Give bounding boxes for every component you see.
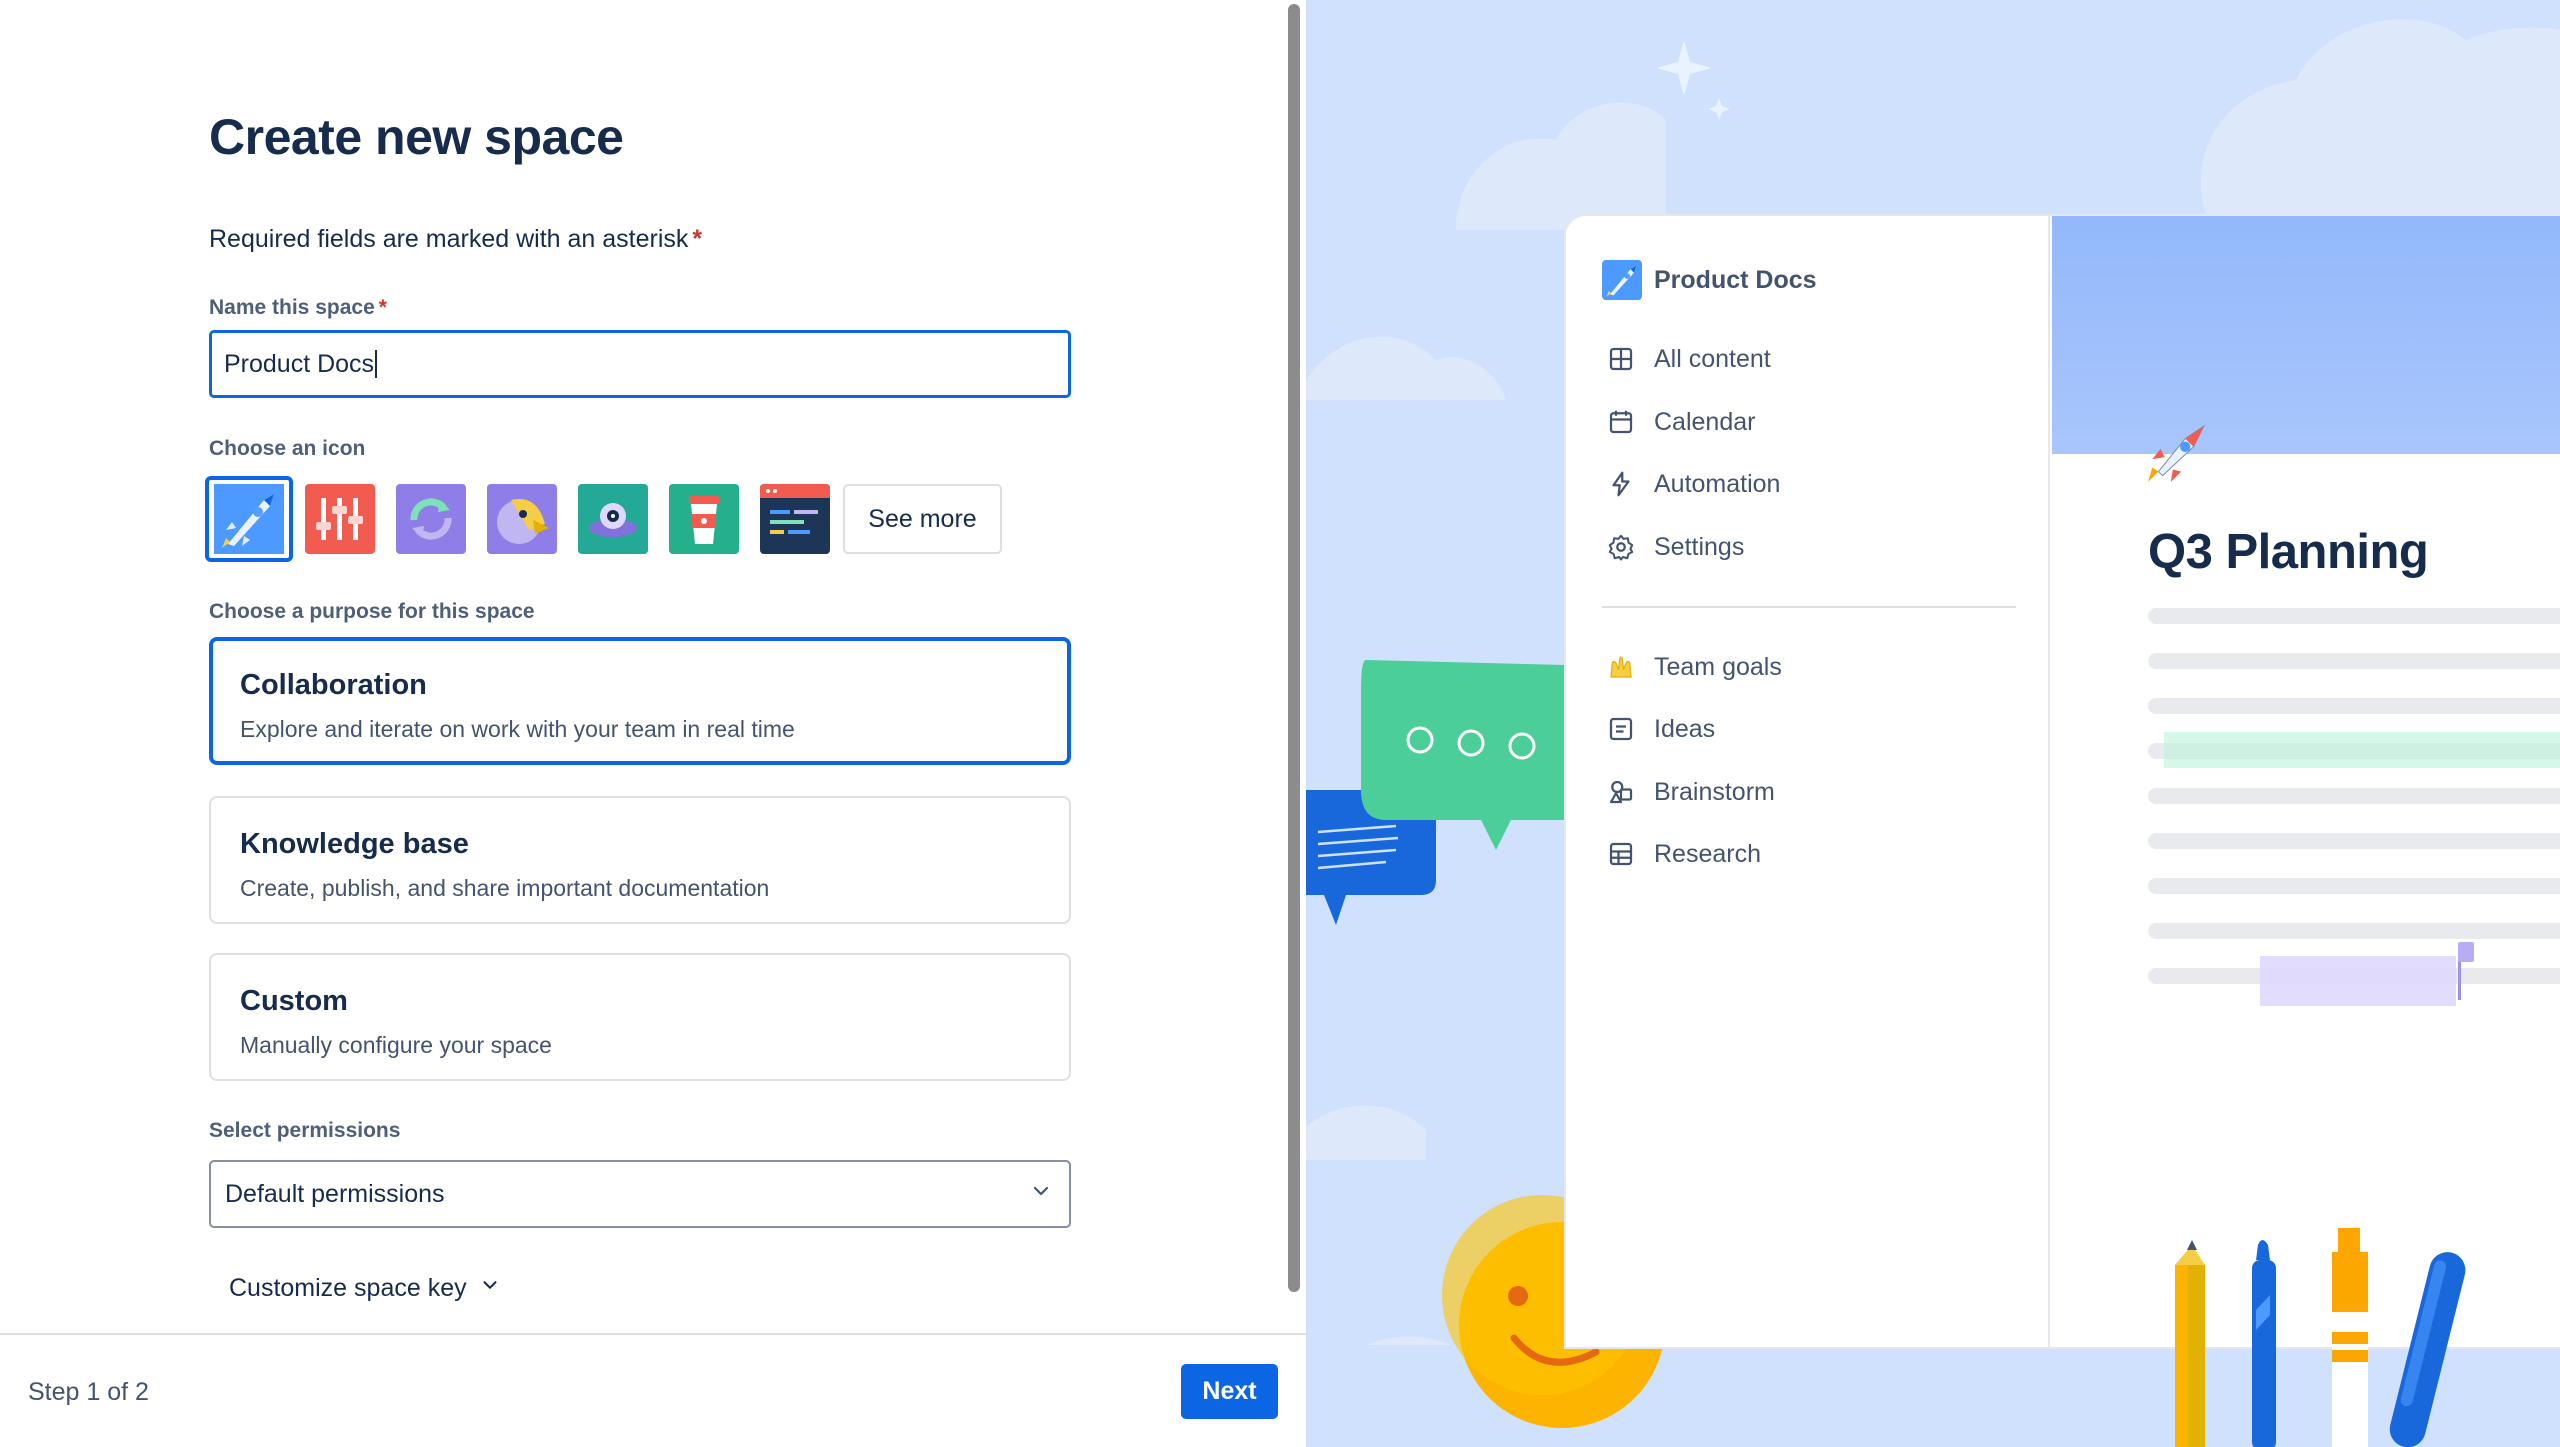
parrot-icon[interactable]	[487, 484, 557, 554]
see-more-button[interactable]: See more	[843, 484, 1002, 554]
preview-nav-all-content: All content	[1606, 344, 1771, 374]
customize-space-key-toggle[interactable]: Customize space key	[229, 1274, 501, 1303]
nav-label: Team goals	[1654, 652, 1782, 681]
nav-label: Settings	[1654, 532, 1745, 561]
calendar-icon	[1609, 410, 1633, 434]
next-button[interactable]: Next	[1181, 1364, 1278, 1419]
preview-content-brainstorm: Brainstorm	[1606, 777, 1775, 807]
text-placeholder-line	[2148, 698, 2560, 714]
preview-content-research: Research	[1606, 839, 1761, 869]
space-name-value: Product Docs	[224, 349, 375, 378]
text-placeholder-line	[2148, 653, 2560, 669]
stationery-illustration	[2175, 1228, 2466, 1447]
text-placeholder-line	[2148, 833, 2560, 849]
preview-nav-automation: Automation	[1606, 469, 1780, 499]
purpose-title: Custom	[240, 985, 348, 1017]
customize-key-label: Customize space key	[229, 1274, 467, 1302]
rocket-icon[interactable]	[205, 476, 293, 562]
nav-label: Brainstorm	[1654, 777, 1775, 806]
required-fields-note: Required fields are marked with an aster…	[209, 225, 702, 254]
text-placeholder-line	[2148, 878, 2560, 894]
permissions-value: Default permissions	[225, 1179, 445, 1208]
purpose-description: Create, publish, and share important doc…	[240, 875, 770, 901]
preview-space-header: Product Docs	[1602, 260, 1817, 300]
required-asterisk: *	[692, 225, 703, 253]
chevron-down-icon	[479, 1274, 501, 1303]
required-asterisk: *	[378, 296, 387, 319]
name-field-label: Name this space *	[209, 296, 387, 320]
preview-nav-settings: Settings	[1606, 532, 1744, 562]
form-footer: Step 1 of 2 Next	[0, 1333, 1306, 1447]
create-space-form-panel: Create new space Required fields are mar…	[0, 0, 1306, 1447]
table-icon	[1609, 842, 1633, 866]
document-title: Q3 Planning	[2148, 525, 2429, 579]
nav-label: Automation	[1654, 469, 1781, 498]
purpose-description: Explore and iterate on work with your te…	[240, 716, 795, 742]
text-placeholder-line	[2148, 788, 2560, 804]
purpose-field-label: Choose a purpose for this space	[209, 600, 535, 623]
rocket-emoji	[2148, 424, 2206, 482]
preview-sidebar: Product Docs All content Calendar Automa…	[1566, 216, 2050, 1347]
preview-content-team-goals: Team goals	[1606, 652, 1782, 682]
permissions-select[interactable]: Default permissions	[209, 1160, 1071, 1228]
scrollbar-thumb[interactable]	[1288, 4, 1300, 1292]
required-note-text: Required fields are marked with an aster…	[209, 225, 689, 253]
nav-label: Calendar	[1654, 407, 1756, 436]
lightning-icon	[1612, 471, 1630, 497]
page-icon	[1609, 717, 1633, 741]
shapes-icon	[1609, 780, 1633, 804]
form-scroll-area[interactable]: Create new space Required fields are mar…	[0, 0, 1282, 1333]
sliders-icon[interactable]	[305, 484, 375, 554]
coffee-cup-icon[interactable]	[669, 484, 739, 554]
name-label-text: Name this space	[209, 296, 375, 319]
step-indicator: Step 1 of 2	[28, 1378, 149, 1406]
ufo-icon[interactable]	[578, 484, 648, 554]
highlight-green	[2164, 732, 2560, 768]
page-title: Create new space	[209, 109, 624, 165]
gear-icon	[1608, 534, 1634, 561]
purpose-title: Collaboration	[240, 669, 427, 701]
sidebar-divider	[1602, 606, 2016, 608]
sync-icon[interactable]	[396, 484, 466, 554]
space-name-input[interactable]: Product Docs	[209, 330, 1071, 398]
document-banner	[2052, 216, 2560, 454]
purpose-option-collaboration[interactable]: Collaboration Explore and iterate on wor…	[209, 637, 1071, 765]
chevron-down-icon	[1029, 1179, 1053, 1210]
nav-label: Research	[1654, 839, 1761, 868]
raised-hands-emoji	[1610, 656, 1632, 678]
preview-space-name: Product Docs	[1654, 265, 1817, 294]
purpose-option-knowledge-base[interactable]: Knowledge base Create, publish, and shar…	[209, 796, 1071, 924]
nav-label: Ideas	[1654, 714, 1716, 743]
purpose-description: Manually configure your space	[240, 1032, 552, 1058]
space-preview-card: Product Docs All content Calendar Automa…	[1564, 214, 2560, 1349]
code-window-icon[interactable]	[760, 484, 830, 554]
highlight-purple	[2260, 956, 2456, 1006]
preview-nav-calendar: Calendar	[1606, 407, 1755, 437]
permissions-field-label: Select permissions	[209, 1119, 401, 1142]
cursor-flag	[2458, 942, 2474, 962]
preview-document: Q3 Planning	[2052, 216, 2560, 1347]
purpose-title: Knowledge base	[240, 828, 469, 860]
text-caret	[375, 350, 378, 378]
rocket-icon	[1602, 260, 1642, 300]
grid-icon	[1609, 347, 1633, 371]
nav-label: All content	[1654, 344, 1771, 373]
text-placeholder-line	[2148, 923, 2560, 939]
icon-field-label: Choose an icon	[209, 437, 366, 460]
purpose-option-custom[interactable]: Custom Manually configure your space	[209, 953, 1071, 1081]
preview-content-ideas: Ideas	[1606, 714, 1715, 744]
text-placeholder-line	[2148, 608, 2560, 624]
